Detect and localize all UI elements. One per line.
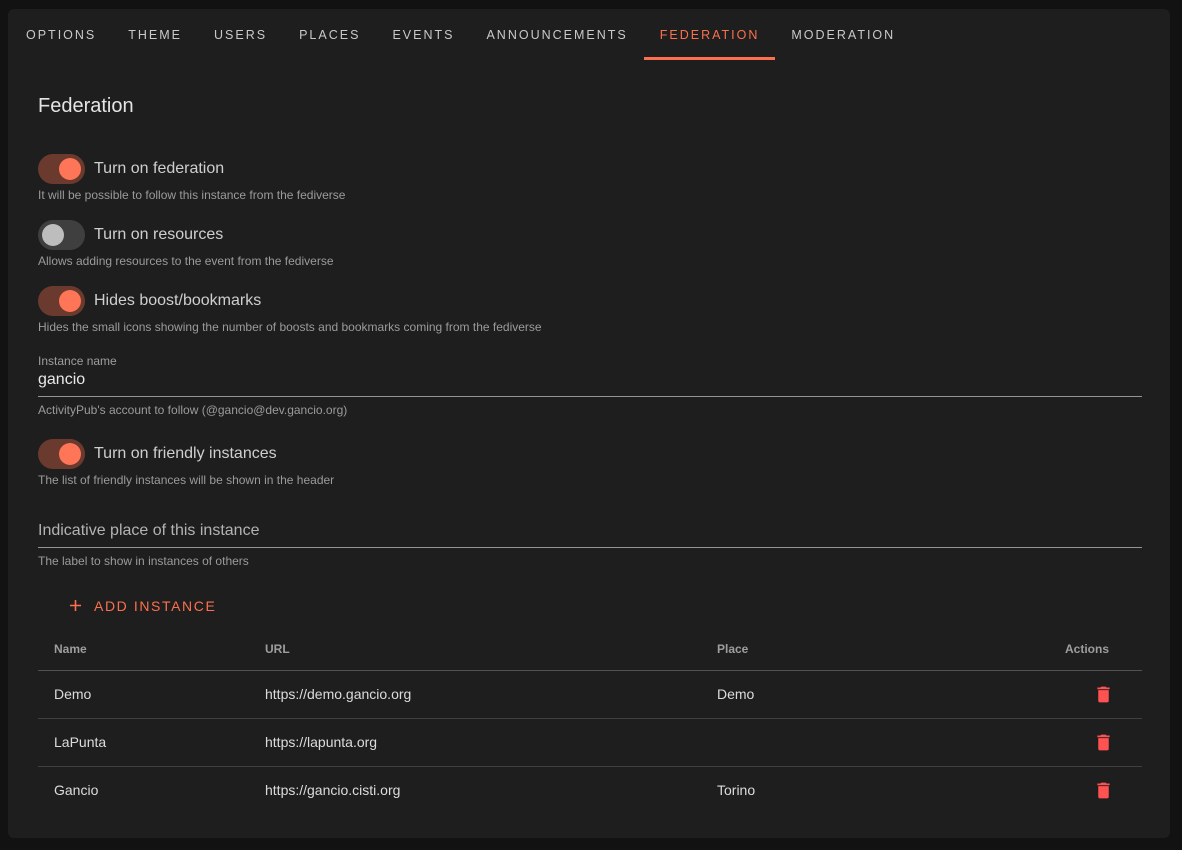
trash-delete-icon — [1093, 789, 1114, 804]
instance-name-cell: Gancio — [38, 766, 249, 814]
federation-toggle-hint: It will be possible to follow this insta… — [38, 188, 1142, 202]
plus-icon — [66, 596, 85, 615]
friendly-instances-toggle-label: Turn on friendly instances — [94, 445, 277, 463]
resources-toggle-hint: Allows adding resources to the event fro… — [38, 254, 1142, 268]
hide-boost-toggle-hint: Hides the small icons showing the number… — [38, 320, 1142, 334]
tab-announcements[interactable]: ANNOUNCEMENTS — [470, 9, 643, 60]
hide-boost-toggle-row: Hides boost/bookmarks — [38, 286, 1142, 316]
tab-label: USERS — [214, 28, 267, 42]
tab-moderation[interactable]: MODERATION — [775, 9, 911, 60]
tab-events[interactable]: EVENTS — [376, 9, 470, 60]
federation-toggle-label: Turn on federation — [94, 160, 224, 178]
tab-places[interactable]: PLACES — [283, 9, 376, 60]
toggle-thumb — [59, 443, 81, 465]
resources-toggle-row: Turn on resources — [38, 220, 1142, 250]
admin-tabs: OPTIONS THEME USERS PLACES EVENTS ANNOUN… — [8, 9, 1170, 60]
tab-users[interactable]: USERS — [198, 9, 283, 60]
delete-instance-button[interactable] — [1091, 778, 1116, 803]
trash-delete-icon — [1093, 693, 1114, 708]
column-header-name: Name — [38, 628, 249, 670]
federation-toggle[interactable] — [38, 154, 85, 184]
tab-theme[interactable]: THEME — [112, 9, 198, 60]
tab-options[interactable]: OPTIONS — [10, 9, 112, 60]
tab-label: PLACES — [299, 28, 360, 42]
instance-url-cell: https://demo.gancio.org — [249, 670, 701, 718]
table-row: Demo https://demo.gancio.org Demo — [38, 670, 1142, 718]
resources-toggle[interactable] — [38, 220, 85, 250]
toggle-thumb — [59, 158, 81, 180]
tab-label: MODERATION — [791, 28, 895, 42]
column-header-url: URL — [249, 628, 701, 670]
instance-name-cell: Demo — [38, 670, 249, 718]
table-row: LaPunta https://lapunta.org — [38, 718, 1142, 766]
page-title: Federation — [38, 95, 1142, 118]
column-header-place: Place — [701, 628, 991, 670]
resources-toggle-label: Turn on resources — [94, 226, 223, 244]
instance-name-cell: LaPunta — [38, 718, 249, 766]
indicative-place-input[interactable] — [38, 521, 1142, 548]
tab-label: ANNOUNCEMENTS — [486, 28, 627, 42]
table-row: Gancio https://gancio.cisti.org Torino — [38, 766, 1142, 814]
instance-name-input[interactable] — [38, 368, 1142, 397]
add-instance-button[interactable]: ADD INSTANCE — [58, 592, 224, 619]
indicative-place-field: The label to show in instances of others — [38, 521, 1142, 568]
column-header-actions: Actions — [991, 628, 1142, 670]
instance-place-cell: Torino — [701, 766, 991, 814]
friendly-instances-toggle-row: Turn on friendly instances — [38, 439, 1142, 469]
instance-url-cell: https://lapunta.org — [249, 718, 701, 766]
delete-instance-button[interactable] — [1091, 682, 1116, 707]
tab-label: THEME — [128, 28, 182, 42]
delete-instance-button[interactable] — [1091, 730, 1116, 755]
table-header-row: Name URL Place Actions — [38, 628, 1142, 670]
instance-name-hint: ActivityPub's account to follow (@gancio… — [38, 403, 1142, 417]
instances-table: Name URL Place Actions Demo https://demo… — [38, 628, 1142, 814]
instance-place-cell — [701, 718, 991, 766]
tab-federation[interactable]: FEDERATION — [644, 9, 776, 60]
instance-name-field: Instance name ActivityPub's account to f… — [38, 354, 1142, 417]
hide-boost-toggle[interactable] — [38, 286, 85, 316]
add-instance-button-label: ADD INSTANCE — [94, 598, 216, 614]
friendly-instances-toggle-hint: The list of friendly instances will be s… — [38, 473, 1142, 487]
toggle-thumb — [59, 290, 81, 312]
instance-place-cell: Demo — [701, 670, 991, 718]
toggle-thumb — [42, 224, 64, 246]
instance-name-label: Instance name — [38, 354, 1142, 368]
instance-url-cell: https://gancio.cisti.org — [249, 766, 701, 814]
tab-label: FEDERATION — [660, 28, 760, 42]
hide-boost-toggle-label: Hides boost/bookmarks — [94, 292, 261, 310]
friendly-instances-toggle[interactable] — [38, 439, 85, 469]
federation-settings: Federation Turn on federation It will be… — [8, 95, 1170, 814]
federation-toggle-row: Turn on federation — [38, 154, 1142, 184]
trash-delete-icon — [1093, 741, 1114, 756]
tab-label: EVENTS — [392, 28, 454, 42]
indicative-place-hint: The label to show in instances of others — [38, 554, 1142, 568]
admin-panel-card: OPTIONS THEME USERS PLACES EVENTS ANNOUN… — [8, 9, 1170, 838]
tab-label: OPTIONS — [26, 28, 96, 42]
active-tab-underline — [644, 57, 776, 60]
